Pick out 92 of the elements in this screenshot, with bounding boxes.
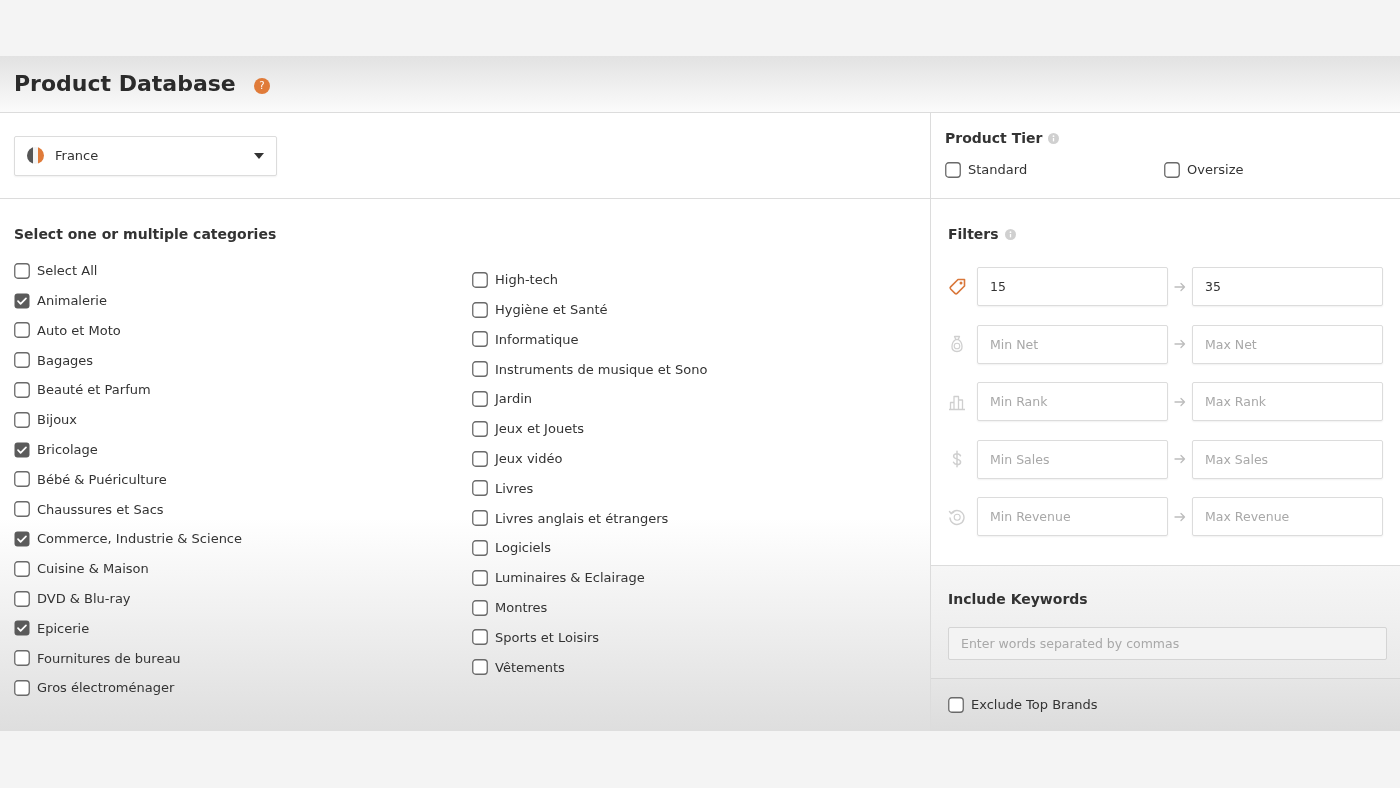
- checkbox[interactable]: [14, 501, 30, 518]
- checkbox[interactable]: [14, 292, 30, 309]
- min-value-field[interactable]: Min Sales: [977, 439, 1168, 479]
- category-label: High-tech: [495, 271, 559, 290]
- category-label: Jeux vidéo: [495, 449, 563, 468]
- keywords-field[interactable]: Enter words separated by commas: [948, 627, 1387, 660]
- checkbox[interactable]: [472, 659, 488, 676]
- checkbox[interactable]: [948, 697, 964, 713]
- checkbox[interactable]: [472, 629, 488, 646]
- category-label: Bricolage: [37, 440, 98, 459]
- category-label: Montres: [495, 598, 548, 617]
- checkbox[interactable]: [14, 322, 30, 339]
- checkbox[interactable]: [14, 352, 30, 369]
- arrow-right-icon: [1174, 511, 1186, 522]
- checkbox[interactable]: [472, 540, 488, 557]
- arrow-right-icon: [1174, 281, 1186, 292]
- min-value-field[interactable]: Min Net: [977, 324, 1168, 364]
- category-label: Bagages: [37, 351, 94, 370]
- max-value-field[interactable]: Max Revenue: [1192, 497, 1383, 536]
- arrow-right-icon: [1174, 339, 1186, 349]
- checkbox[interactable]: [14, 531, 30, 548]
- category-label: Informatique: [495, 330, 579, 349]
- checkbox[interactable]: [472, 599, 488, 616]
- category-label: Livres: [495, 479, 534, 498]
- checkbox[interactable]: [14, 471, 30, 488]
- section-title: Product Tier: [945, 131, 1043, 145]
- category-label: Gros électroménager: [37, 679, 175, 698]
- checkbox[interactable]: [472, 510, 488, 527]
- min-value-field[interactable]: 15: [977, 267, 1168, 306]
- checkbox[interactable]: [14, 262, 30, 279]
- category-label: Logiciels: [495, 539, 551, 558]
- checkbox[interactable]: [472, 361, 488, 378]
- checkbox[interactable]: [14, 382, 30, 399]
- category-label: Jeux et Jouets: [495, 420, 585, 439]
- checkbox[interactable]: [472, 569, 488, 586]
- max-value-field[interactable]: 35: [1192, 267, 1383, 306]
- min-value-field[interactable]: Min Revenue: [977, 497, 1168, 536]
- checkbox[interactable]: [472, 331, 488, 348]
- max-value-field[interactable]: Max Rank: [1192, 382, 1383, 421]
- checkbox[interactable]: [472, 450, 488, 467]
- max-value-field[interactable]: Max Net: [1192, 324, 1383, 364]
- category-label: Bijoux: [37, 411, 78, 430]
- checkbox[interactable]: [472, 391, 488, 408]
- category-label: Auto et Moto: [37, 321, 121, 340]
- option-label: Exclude Top Brands: [971, 696, 1098, 715]
- category-label: Select All: [37, 262, 98, 281]
- flag-icon: [27, 147, 44, 164]
- section-title: Include Keywords: [948, 590, 1089, 608]
- arrow-right-icon: [1174, 454, 1186, 464]
- category-label: Beauté et Parfum: [37, 381, 151, 400]
- page-title: Product Database: [14, 73, 236, 95]
- checkbox[interactable]: [945, 162, 961, 178]
- checkbox[interactable]: [472, 480, 488, 497]
- money-bag-icon: [948, 335, 966, 353]
- category-label: Jardin: [495, 390, 533, 409]
- category-label: Instruments de musique et Sono: [495, 360, 708, 379]
- option-label: Oversize: [1187, 161, 1244, 180]
- category-label: Cuisine & Maison: [37, 560, 149, 579]
- checkbox[interactable]: [1164, 162, 1180, 178]
- category-label: Bébé & Puériculture: [37, 470, 167, 489]
- section-title: Select one or multiple categories: [14, 225, 278, 243]
- category-label: Epicerie: [37, 619, 90, 638]
- price-tag-icon: [948, 277, 966, 296]
- option-label: Standard: [968, 161, 1028, 180]
- category-label: Commerce, Industrie & Science: [37, 530, 242, 549]
- checkbox[interactable]: [14, 441, 30, 458]
- select-value: France: [55, 146, 100, 165]
- checkbox[interactable]: [14, 411, 30, 428]
- arrow-right-icon: [1174, 396, 1186, 407]
- checkbox[interactable]: [472, 420, 488, 437]
- max-value-field[interactable]: Max Sales: [1192, 439, 1383, 479]
- section-title: Filters: [948, 227, 999, 241]
- revenue-cycle-icon: [948, 507, 966, 526]
- category-label: Vêtements: [495, 658, 565, 677]
- category-label: Luminaires & Eclairage: [495, 569, 645, 588]
- country-select[interactable]: France: [14, 135, 277, 176]
- category-label: DVD & Blu-ray: [37, 589, 131, 608]
- category-label: Fournitures de bureau: [37, 649, 181, 668]
- checkbox[interactable]: [14, 650, 30, 667]
- checkbox[interactable]: [472, 271, 488, 288]
- checkbox[interactable]: [14, 560, 30, 577]
- category-label: Animalerie: [37, 291, 107, 310]
- checkbox[interactable]: [14, 620, 30, 637]
- category-label: Chaussures et Sacs: [37, 500, 164, 519]
- category-label: Hygiène et Santé: [495, 300, 608, 319]
- checkbox[interactable]: [14, 590, 30, 607]
- caret-icon: [254, 152, 264, 159]
- min-value-field[interactable]: Min Rank: [977, 382, 1168, 421]
- category-label: Livres anglais et étrangers: [495, 509, 669, 528]
- checkbox[interactable]: [472, 301, 488, 318]
- checkbox[interactable]: [14, 680, 30, 697]
- category-label: Sports et Loisirs: [495, 628, 600, 647]
